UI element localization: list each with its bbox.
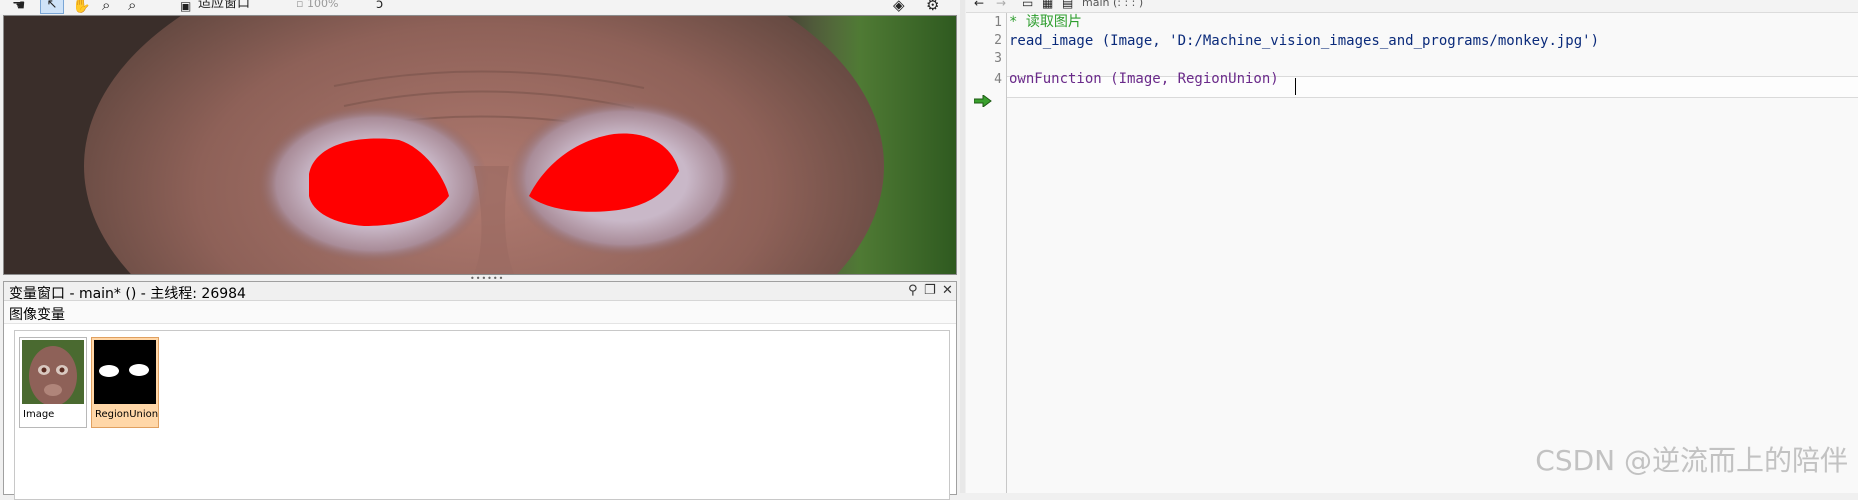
- line-number: 1: [994, 15, 1002, 30]
- image-variables-header: 图像变量: [4, 301, 956, 324]
- code-line-4[interactable]: ownFunction (Image, RegionUnion): [1009, 70, 1279, 88]
- variable-name: Image: [23, 409, 55, 420]
- variable-window: 变量窗口 - main* () - 主线程: 26984 ⚲ ❐ ✕ 图像变量 …: [3, 281, 957, 500]
- variable-name: RegionUnion: [95, 409, 159, 420]
- code-line-1[interactable]: * 读取图片: [1009, 13, 1082, 31]
- program-toolbar: ← → ▭ ▦ ▤ main (: : : ): [966, 0, 1858, 13]
- print-icon[interactable]: ▭: [1022, 0, 1033, 12]
- zoom-in-icon[interactable]: ⌕: [102, 0, 110, 14]
- line-number: 2: [994, 33, 1002, 48]
- image-variables-panel: Image RegionUnion: [14, 330, 950, 500]
- pin-icon[interactable]: ⚲: [908, 283, 918, 299]
- line-number: 3: [994, 51, 1002, 66]
- code-line-2[interactable]: read_image (Image, 'D:/Machine_vision_im…: [1009, 32, 1599, 50]
- forward-icon[interactable]: →: [996, 0, 1006, 12]
- vertical-splitter[interactable]: [960, 0, 965, 493]
- fit-window-icon[interactable]: ▣: [180, 0, 191, 14]
- variable-window-titlebar[interactable]: 变量窗口 - main* () - 主线程: 26984 ⚲ ❐ ✕: [4, 282, 956, 302]
- watermark: CSDN @逆流而上的陪伴: [1535, 444, 1848, 477]
- select-cursor-icon[interactable]: ↖: [40, 0, 64, 14]
- image-variables-label: 图像变量: [9, 307, 65, 323]
- fit-window-button[interactable]: 适应窗口: [198, 0, 250, 10]
- variable-thumb-image[interactable]: Image: [19, 337, 87, 428]
- variable-thumb-regionunion[interactable]: RegionUnion: [91, 337, 159, 428]
- grid-view-icon[interactable]: ▦: [1042, 0, 1053, 12]
- back-icon[interactable]: ←: [974, 0, 984, 12]
- zoom-level[interactable]: ▫ 100%: [296, 0, 338, 10]
- line-number: 4: [994, 72, 1002, 87]
- program-counter-arrow-icon: [974, 95, 992, 107]
- zoom-icon: ▫: [296, 0, 304, 10]
- procedure-selector[interactable]: main (: : : ): [1082, 0, 1143, 9]
- line-number-gutter: 1 2 3 4: [966, 13, 1007, 493]
- close-icon[interactable]: ✕: [942, 283, 953, 299]
- settings-icon[interactable]: ⚙: [926, 0, 939, 14]
- layers-icon[interactable]: ◈: [893, 0, 905, 14]
- procedure-icon[interactable]: ▤: [1062, 0, 1073, 12]
- regionunion-thumbnail: [94, 340, 156, 404]
- image-thumbnail: [22, 340, 84, 404]
- float-window-icon[interactable]: ❐: [924, 283, 936, 299]
- variable-window-title: 变量窗口 - main* () - 主线程: 26984: [9, 286, 246, 302]
- graphics-window[interactable]: [3, 15, 957, 275]
- monkey-image-display: [4, 16, 956, 274]
- pan-hand-icon[interactable]: ✋: [72, 0, 91, 14]
- zoom-out-icon[interactable]: ⌕: [128, 0, 136, 14]
- text-caret: [1295, 78, 1296, 95]
- zoom-level-text: 100%: [306, 0, 339, 10]
- lasso-icon[interactable]: ↄ: [376, 0, 383, 14]
- graphics-toolbar: ☚ ↖ ✋ ⌕ ⌕ ▣ 适应窗口 ▫ 100% ↄ ◈ ⚙: [0, 0, 960, 14]
- program-editor[interactable]: 1 2 3 4 * 读取图片 read_image (Image, 'D:/Ma…: [966, 13, 1858, 493]
- hand-pointer-icon[interactable]: ☚: [12, 0, 25, 14]
